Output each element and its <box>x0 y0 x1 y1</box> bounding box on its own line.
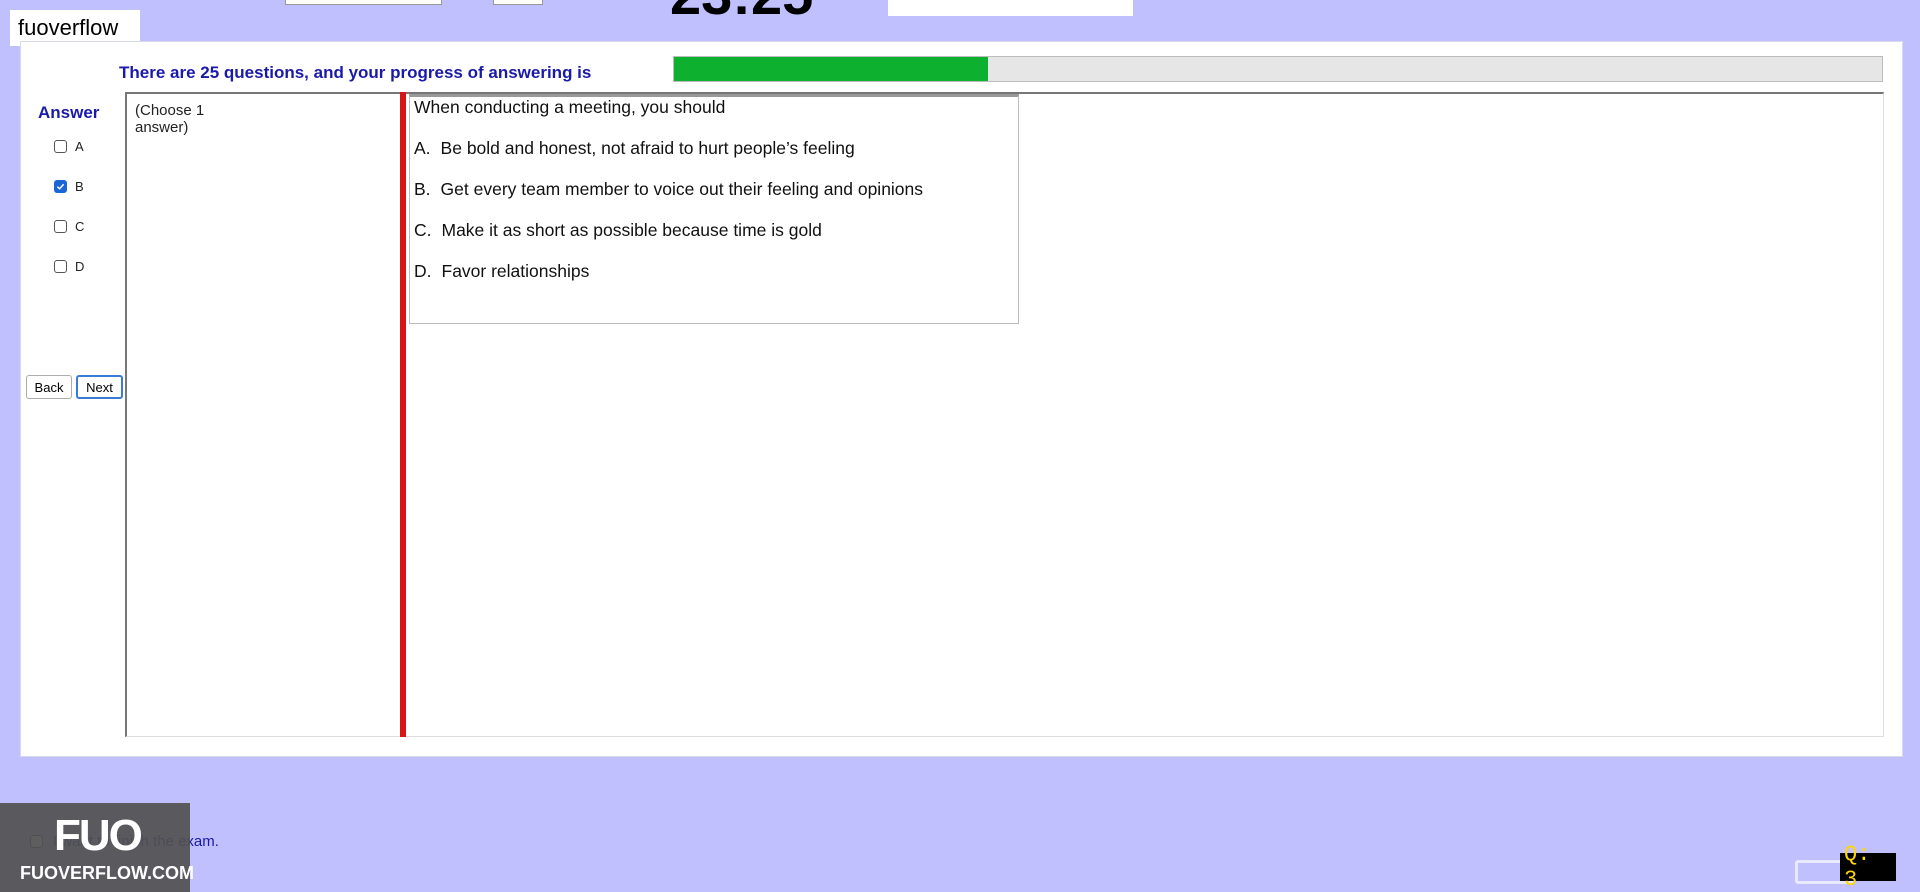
answer-checkbox-b[interactable] <box>54 180 67 193</box>
choice-text: Make it as short as possible because tim… <box>441 220 822 240</box>
answer-option-d[interactable]: D <box>54 259 84 274</box>
check-icon <box>56 183 65 190</box>
logo-mark: FUO <box>54 811 143 860</box>
choice-letter: D. <box>414 261 432 281</box>
exam-timer: 23:25 <box>670 0 813 27</box>
answer-title: Answer <box>38 103 100 122</box>
answer-option-label: D <box>75 259 85 274</box>
answer-option-label: B <box>75 179 84 194</box>
answer-option-label: A <box>75 139 84 154</box>
choice-text: Favor relationships <box>441 261 590 281</box>
choose-note: (Choose 1 answer) <box>135 102 205 136</box>
choice-text: Get every team member to voice out their… <box>440 179 924 199</box>
progress-text: There are 25 questions, and your progres… <box>119 63 592 82</box>
choice-letter: C. <box>414 220 432 240</box>
question-counter: Q: 3 <box>1840 842 1896 892</box>
answer-option-a[interactable]: A <box>54 139 84 154</box>
top-box-partial <box>493 0 543 5</box>
progress-bar-fill <box>674 57 989 81</box>
answer-option-label: C <box>75 219 85 234</box>
question-choice: A. Be bold and honest, not afraid to hurt… <box>414 138 855 159</box>
question-choice: B. Get every team member to voice out the… <box>414 179 923 200</box>
question-choice: D. Favor relationships <box>414 261 589 282</box>
choice-letter: B. <box>414 179 431 199</box>
answer-option-c[interactable]: C <box>54 219 84 234</box>
answer-option-b[interactable]: B <box>54 179 84 194</box>
choice-text: Be bold and honest, not afraid to hurt p… <box>440 138 855 158</box>
question-choice: C. Make it as short as possible because t… <box>414 220 822 241</box>
answer-checkbox-c[interactable] <box>54 220 67 233</box>
pane-splitter[interactable] <box>400 92 406 737</box>
fuoverflow-logo: FUO FUOVERFLOW.COM <box>0 803 194 892</box>
top-info-panel <box>888 0 1133 16</box>
answer-checkbox-a[interactable] <box>54 140 67 153</box>
question-box: When conducting a meeting, you should A.… <box>409 94 1019 324</box>
answer-checkbox-d[interactable] <box>54 260 67 273</box>
question-stem: When conducting a meeting, you should <box>414 97 726 117</box>
back-button[interactable]: Back <box>26 375 72 399</box>
top-dropdown-partial[interactable] <box>285 0 442 5</box>
logo-text: FUOVERFLOW.COM <box>20 863 194 883</box>
next-button[interactable]: Next <box>76 375 123 399</box>
progress-bar <box>673 56 1883 82</box>
choice-letter: A. <box>414 138 431 158</box>
